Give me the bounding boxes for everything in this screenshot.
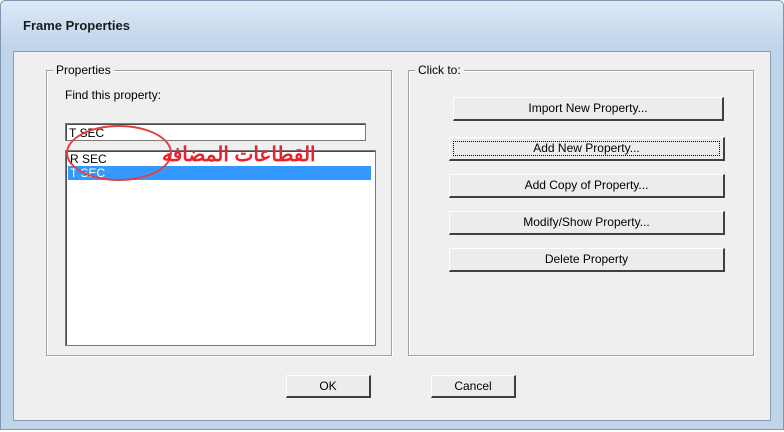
cancel-label: Cancel bbox=[454, 379, 492, 393]
annotation-circle bbox=[66, 125, 172, 181]
focus-rectangle bbox=[453, 141, 720, 156]
annotation-label: القطاعات المضافه bbox=[162, 144, 316, 166]
add-copy-of-property-label: Add Copy of Property... bbox=[524, 178, 649, 192]
window-title: Frame Properties bbox=[23, 18, 130, 33]
click-to-group-legend: Click to: bbox=[415, 62, 464, 78]
cancel-button[interactable]: Cancel bbox=[431, 375, 516, 398]
modify-show-property-button[interactable]: Modify/Show Property... bbox=[449, 211, 725, 235]
add-new-property-button[interactable]: Add New Property... bbox=[449, 137, 725, 161]
click-to-group: Click to: Import New Property... Add New… bbox=[408, 62, 754, 356]
title-bar[interactable]: Frame Properties bbox=[1, 1, 783, 51]
modify-show-property-label: Modify/Show Property... bbox=[523, 215, 650, 229]
find-property-label: Find this property: bbox=[65, 88, 162, 102]
ok-label: OK bbox=[319, 379, 337, 393]
frame-properties-dialog: Frame Properties Properties Find this pr… bbox=[0, 0, 784, 430]
import-new-property-label: Import New Property... bbox=[528, 101, 648, 115]
properties-group-legend: Properties bbox=[53, 62, 114, 78]
delete-property-label: Delete Property bbox=[544, 252, 629, 266]
ok-button[interactable]: OK bbox=[286, 375, 371, 398]
delete-property-button[interactable]: Delete Property bbox=[449, 248, 725, 272]
dialog-body: Properties Find this property: T SEC R S… bbox=[13, 51, 771, 421]
add-copy-of-property-button[interactable]: Add Copy of Property... bbox=[449, 174, 725, 198]
properties-group: Properties Find this property: T SEC R S… bbox=[46, 62, 392, 356]
import-new-property-button[interactable]: Import New Property... bbox=[453, 97, 724, 121]
